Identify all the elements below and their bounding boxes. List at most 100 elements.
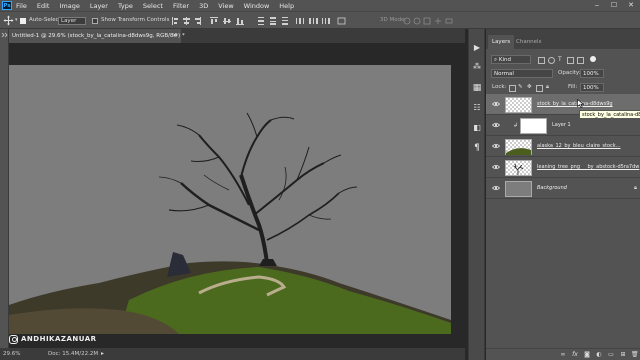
search-icon: ⌕ bbox=[494, 57, 498, 63]
visibility-eye-icon[interactable] bbox=[492, 101, 500, 107]
document-tab-title: Untitled-1 @ 29.6% (stock_by_la_catalina… bbox=[12, 33, 185, 39]
layer-name[interactable]: leaning_tree_png___by_abstock-d5ra7dw bbox=[537, 164, 639, 170]
document-canvas[interactable] bbox=[9, 65, 451, 334]
menu-file[interactable]: File bbox=[16, 2, 27, 10]
document-tab[interactable]: Untitled-1 @ 29.6% (stock_by_la_catalina… bbox=[9, 29, 185, 43]
watermark-text: ANDHIKAZANUAR bbox=[21, 335, 97, 343]
filter-kind-dropdown[interactable]: ⌕ Kind bbox=[491, 55, 531, 64]
blend-mode-value: Normal bbox=[494, 71, 514, 77]
adjustment-filter-icon[interactable] bbox=[548, 57, 555, 64]
status-bar: 29.6% Doc: 15.4M/22.2M ▸ bbox=[0, 348, 465, 360]
lock-position-icon[interactable]: ✥ bbox=[527, 84, 532, 93]
instagram-icon bbox=[9, 334, 18, 344]
filter-kind-value: Kind bbox=[498, 57, 511, 63]
auto-select-checkbox[interactable] bbox=[20, 18, 26, 24]
lock-all-icon[interactable]: 🔒︎ bbox=[546, 84, 549, 93]
canvas-area[interactable] bbox=[9, 43, 465, 348]
auto-select-value: Layer bbox=[61, 18, 77, 24]
opacity-field[interactable]: 100% bbox=[580, 69, 604, 78]
menu-bar: Ps File Edit Image Layer Type Select Fil… bbox=[0, 0, 640, 11]
layers-panel-footer: ∞ fx ◙ ◐ ▭ ⊞ 🗑︎ bbox=[486, 348, 640, 360]
visibility-eye-icon[interactable] bbox=[492, 164, 500, 170]
visibility-eye-icon[interactable] bbox=[492, 122, 500, 128]
type-filter-icon[interactable]: T bbox=[558, 56, 562, 65]
maximize-button[interactable]: ☐ bbox=[607, 0, 621, 11]
menu-edit[interactable]: Edit bbox=[37, 2, 50, 10]
clipping-mask-icon: ↲ bbox=[513, 122, 519, 129]
filter-toggle-icon[interactable] bbox=[590, 56, 596, 62]
grid-icon[interactable]: ▦ bbox=[472, 83, 482, 93]
menu-type[interactable]: Type bbox=[118, 2, 133, 10]
layer-name-tooltip: stock_by_la_catalina-d8dws9g bbox=[579, 110, 640, 119]
hill-thumbnail-icon bbox=[506, 148, 531, 155]
document-size: Doc: 15.4M/22.2M bbox=[48, 351, 99, 357]
visibility-eye-icon[interactable] bbox=[492, 143, 500, 149]
layer-thumbnail bbox=[505, 97, 532, 113]
layer-name[interactable]: stock_by_la_catalina-d8dws9g bbox=[537, 101, 613, 107]
new-group-icon[interactable]: ▭ bbox=[608, 352, 614, 358]
opacity-label: Opacity: bbox=[558, 70, 581, 76]
layer-style-icon[interactable]: fx bbox=[572, 352, 578, 358]
artboard-lock-icon[interactable] bbox=[536, 85, 543, 92]
link-layers-icon[interactable]: ∞ bbox=[560, 352, 566, 358]
layer-row[interactable]: alaska_12_by_bleu_claire_stock... bbox=[486, 136, 640, 157]
align-distribute-icons[interactable] bbox=[170, 16, 380, 26]
play-icon[interactable]: ▶ bbox=[472, 43, 482, 53]
menu-image[interactable]: Image bbox=[59, 2, 79, 10]
history-icon[interactable]: ☷ bbox=[472, 103, 482, 113]
move-tool-icon[interactable] bbox=[3, 15, 14, 26]
photoshop-logo: Ps bbox=[2, 1, 12, 10]
auto-select-dropdown[interactable]: Layer bbox=[58, 17, 86, 25]
tab-channels[interactable]: Channels bbox=[512, 35, 545, 49]
menu-window[interactable]: Window bbox=[244, 2, 270, 10]
watermark: ANDHIKAZANUAR bbox=[9, 333, 97, 345]
layer-row[interactable]: Background 🔒︎ bbox=[486, 178, 640, 199]
opacity-value: 100% bbox=[583, 71, 599, 77]
layer-thumbnail bbox=[520, 118, 547, 134]
menu-select[interactable]: Select bbox=[143, 2, 163, 10]
layer-thumbnail bbox=[505, 139, 532, 155]
add-mask-icon[interactable]: ◙ bbox=[584, 352, 590, 358]
tree-thumbnail-icon bbox=[513, 163, 524, 175]
mouse-cursor-icon bbox=[577, 99, 584, 108]
layer-name[interactable]: Layer 1 bbox=[552, 122, 571, 128]
menu-filter[interactable]: Filter bbox=[173, 2, 189, 10]
toolbar-expand-icon[interactable] bbox=[0, 29, 9, 49]
show-transform-checkbox[interactable] bbox=[92, 18, 98, 24]
layer-name[interactable]: alaska_12_by_bleu_claire_stock... bbox=[537, 143, 620, 149]
properties-icon[interactable]: ◧ bbox=[472, 123, 482, 133]
brush-settings-icon[interactable]: ⁂ bbox=[472, 62, 482, 72]
menu-layer[interactable]: Layer bbox=[90, 2, 108, 10]
pixel-filter-icon[interactable] bbox=[538, 57, 545, 64]
layer-thumbnail bbox=[505, 160, 532, 176]
close-tab-icon[interactable]: × bbox=[172, 32, 177, 39]
lock-transparent-icon[interactable] bbox=[509, 85, 516, 92]
adjustment-layer-icon[interactable]: ◐ bbox=[596, 352, 602, 358]
layer-name[interactable]: Background bbox=[537, 185, 567, 191]
tools-panel bbox=[0, 29, 9, 360]
3d-mode-icons[interactable] bbox=[403, 16, 458, 26]
panel-tabs: Layers Channels bbox=[486, 35, 640, 49]
layers-panel: Layers Channels ⌕ Kind T Normal Opacity:… bbox=[486, 29, 640, 360]
paragraph-icon[interactable]: ¶ bbox=[472, 143, 482, 153]
tab-layers[interactable]: Layers bbox=[488, 35, 515, 49]
delete-layer-icon[interactable]: 🗑︎ bbox=[631, 352, 639, 358]
layer-row[interactable]: leaning_tree_png___by_abstock-d5ra7dw bbox=[486, 157, 640, 178]
fill-value: 100% bbox=[583, 85, 599, 91]
minimize-button[interactable]: ‒ bbox=[590, 0, 604, 11]
close-window-button[interactable]: ✕ bbox=[624, 0, 638, 11]
menu-help[interactable]: Help bbox=[279, 2, 294, 10]
shape-filter-icon[interactable] bbox=[567, 57, 574, 64]
fill-field[interactable]: 100% bbox=[580, 83, 604, 92]
options-bar: ▾ Auto-Select: Layer Show Transform Cont… bbox=[0, 11, 640, 29]
status-menu-chevron-icon[interactable]: ▸ bbox=[101, 350, 104, 357]
smart-object-filter-icon[interactable] bbox=[577, 57, 584, 64]
document-tab-bar: Untitled-1 @ 29.6% (stock_by_la_catalina… bbox=[9, 29, 465, 43]
visibility-eye-icon[interactable] bbox=[492, 185, 500, 191]
zoom-level[interactable]: 29.6% bbox=[3, 351, 20, 357]
menu-view[interactable]: View bbox=[218, 2, 233, 10]
new-layer-icon[interactable]: ⊞ bbox=[620, 352, 626, 358]
blend-mode-dropdown[interactable]: Normal bbox=[491, 69, 553, 78]
menu-3d[interactable]: 3D bbox=[199, 2, 208, 10]
lock-image-icon[interactable]: ✎ bbox=[518, 84, 523, 93]
